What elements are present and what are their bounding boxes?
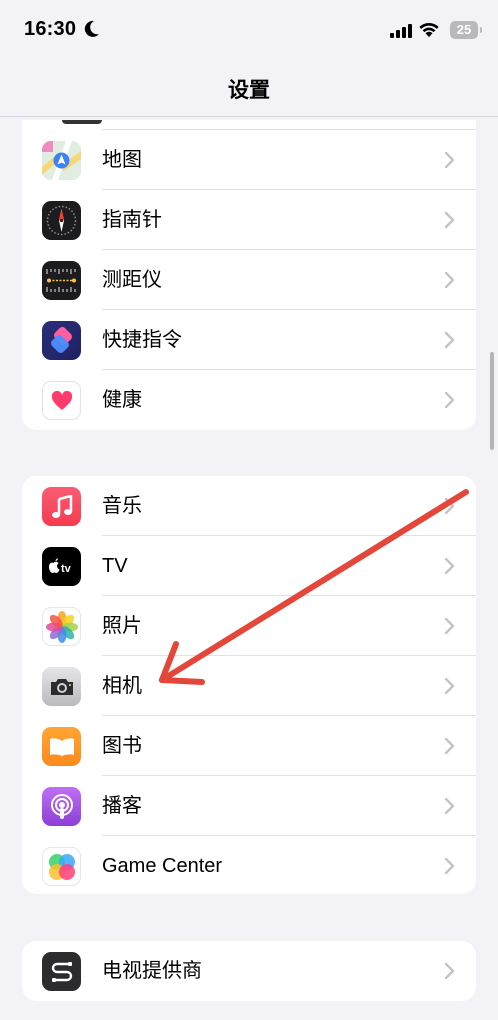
status-time: 16:30 <box>24 18 77 40</box>
settings-row-label: TV <box>102 555 128 577</box>
settings-group-tv-provider: 电视提供商 <box>22 941 476 1001</box>
battery-icon: 25 <box>450 21 482 39</box>
settings-row-label: 快捷指令 <box>102 329 182 351</box>
measure-icon <box>42 261 81 300</box>
settings-row-maps[interactable]: 地图 <box>22 130 476 190</box>
maps-icon <box>42 141 81 180</box>
chevron-right-icon <box>444 497 455 515</box>
books-icon <box>42 727 81 766</box>
settings-row-camera[interactable]: 相机 <box>22 656 476 716</box>
settings-row-tv-provider[interactable]: 电视提供商 <box>22 941 476 1001</box>
chevron-right-icon <box>444 797 455 815</box>
settings-row-measure[interactable]: 测距仪 <box>22 250 476 310</box>
settings-row-label: 电视提供商 <box>102 960 202 982</box>
health-icon <box>42 381 81 420</box>
chevron-right-icon <box>444 151 455 169</box>
podcasts-icon <box>42 787 81 826</box>
svg-text:tv: tv <box>61 563 72 575</box>
settings-row-label: Game Center <box>102 855 223 877</box>
compass-icon <box>42 201 81 240</box>
scroll-indicator[interactable] <box>490 352 494 450</box>
settings-row-label: 图书 <box>102 735 142 757</box>
camera-icon <box>42 667 81 706</box>
chevron-right-icon <box>444 557 455 575</box>
settings-row-game-center[interactable]: Game Center <box>22 836 476 894</box>
chevron-right-icon <box>444 677 455 695</box>
settings-row-label: 相机 <box>102 675 142 697</box>
chevron-right-icon <box>444 271 455 289</box>
nav-divider <box>0 116 498 117</box>
settings-row-photos[interactable]: 照片 <box>22 596 476 656</box>
settings-row-label: 指南针 <box>102 209 162 231</box>
chevron-right-icon <box>444 962 455 980</box>
settings-row-compass[interactable]: 指南针 <box>22 190 476 250</box>
chevron-right-icon <box>444 211 455 229</box>
settings-row-label: 照片 <box>102 615 142 637</box>
chevron-right-icon <box>444 391 455 409</box>
settings-row-health[interactable]: 健康 <box>22 370 476 430</box>
settings-row-label: 播客 <box>102 795 142 817</box>
status-bar: 16:30 25 <box>0 0 498 60</box>
settings-row-label: 测距仪 <box>102 269 162 291</box>
settings-row-label: 健康 <box>102 389 142 411</box>
tv-provider-icon <box>42 952 81 991</box>
settings-row-label: 地图 <box>102 149 142 171</box>
shortcuts-icon <box>42 321 81 360</box>
chevron-right-icon <box>444 331 455 349</box>
settings-row-music[interactable]: 音乐 <box>22 476 476 536</box>
settings-row-books[interactable]: 图书 <box>22 716 476 776</box>
settings-row-label: 音乐 <box>102 495 142 517</box>
settings-group-media: 音乐 tv TV 照片 相机 图书 播客 Game Center <box>22 476 476 894</box>
settings-row-shortcuts[interactable]: 快捷指令 <box>22 310 476 370</box>
partial-icon <box>62 120 102 124</box>
settings-row-podcasts[interactable]: 播客 <box>22 776 476 836</box>
cellular-signal-icon <box>390 24 412 38</box>
game-center-icon <box>42 847 81 886</box>
chevron-right-icon <box>444 857 455 875</box>
tv-icon: tv <box>42 547 81 586</box>
music-icon <box>42 487 81 526</box>
chevron-right-icon <box>444 617 455 635</box>
page-title: 设置 <box>228 79 270 102</box>
settings-group-apps-1: 地图 指南针 测距仪 快捷指令 健康 <box>22 120 476 430</box>
photos-icon <box>42 607 81 646</box>
chevron-right-icon <box>444 737 455 755</box>
settings-row-tv[interactable]: tv TV <box>22 536 476 596</box>
wifi-icon <box>419 22 439 37</box>
moon-icon <box>84 20 99 37</box>
